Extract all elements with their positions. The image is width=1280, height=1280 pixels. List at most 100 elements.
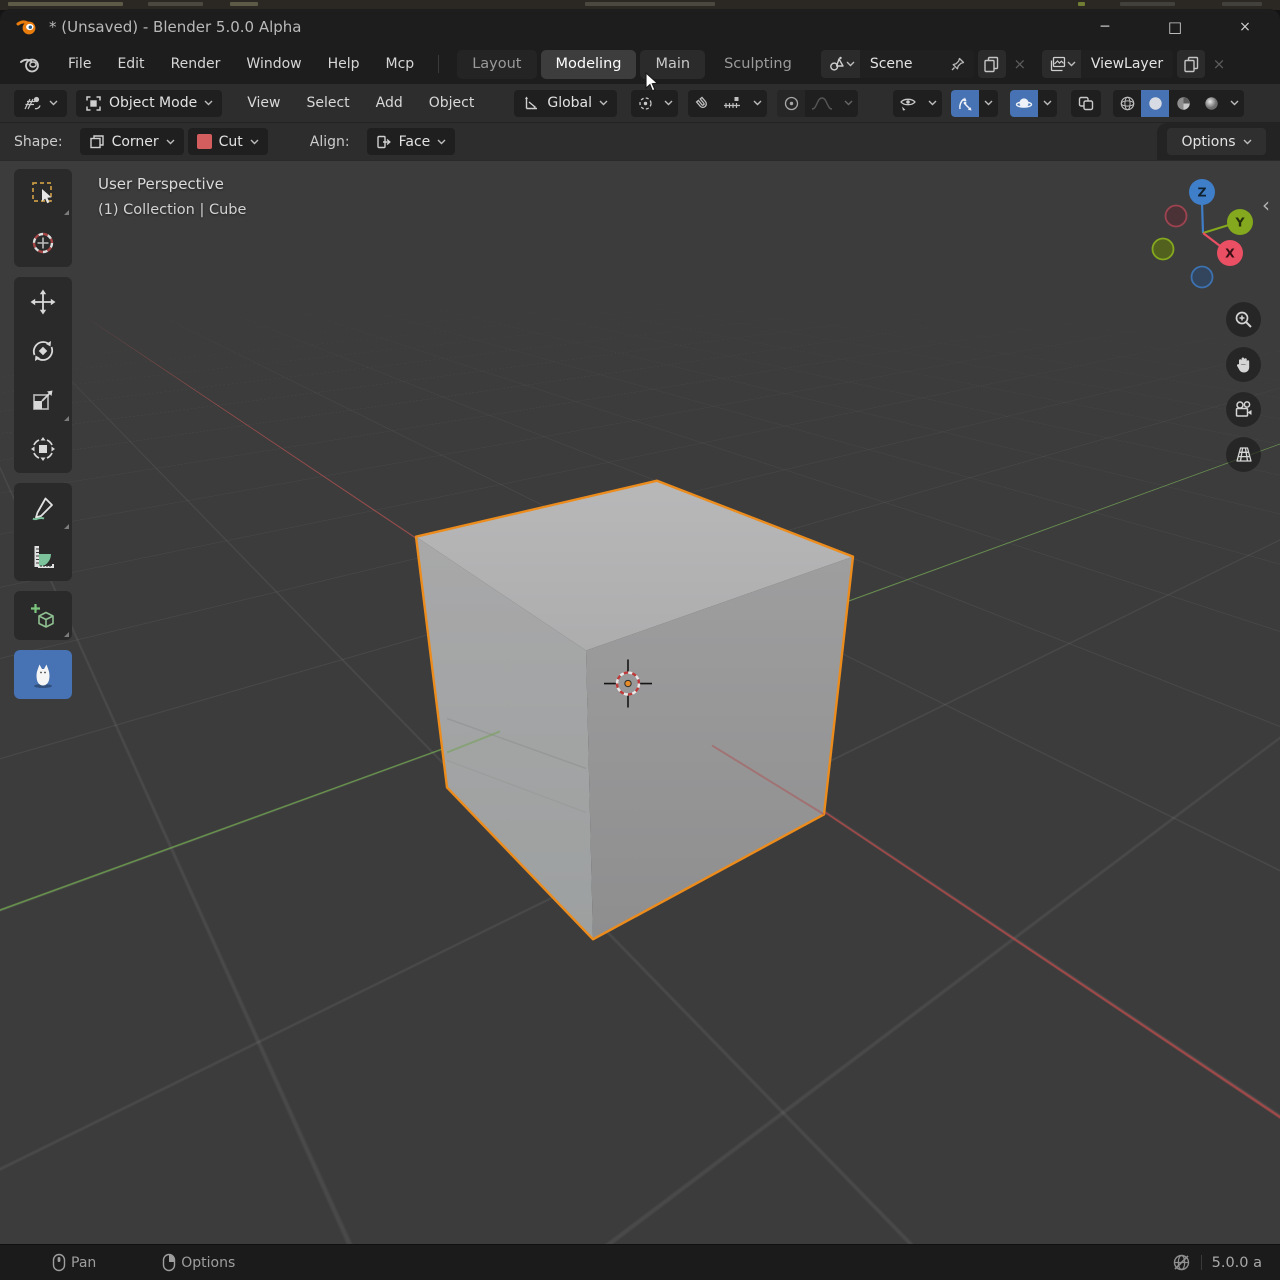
gizmo-options-button[interactable] [979, 90, 998, 117]
transform-icon [29, 435, 57, 463]
mode-label: Object Mode [109, 95, 197, 111]
cube-object[interactable] [416, 481, 853, 940]
new-viewlayer-button[interactable] [1177, 50, 1205, 78]
pin-icon[interactable] [950, 56, 966, 72]
menu-render[interactable]: Render [171, 56, 221, 72]
zoom-button[interactable] [1226, 302, 1261, 337]
viewport-3d[interactable]: User Perspective (1) Collection | Cube ‹ [0, 160, 1280, 1245]
new-scene-button[interactable] [978, 50, 1006, 78]
chevron-down-icon [664, 100, 673, 106]
menu-view[interactable]: View [247, 95, 280, 111]
shape-fill-dropdown[interactable]: Cut [188, 128, 268, 155]
transform-orientation-dropdown[interactable]: Global [514, 90, 617, 117]
menu-select[interactable]: Select [306, 95, 349, 111]
editor-3d-viewport-icon [23, 95, 42, 112]
tool-settings-bar: Shape: Corner Cut Align: Fac [0, 122, 1280, 160]
cat-tool-icon [28, 660, 58, 690]
tool-select-box[interactable] [14, 169, 72, 218]
tool-measure[interactable] [14, 532, 72, 581]
toolbar [14, 169, 72, 709]
menu-file[interactable]: File [68, 56, 91, 72]
mode-dropdown[interactable]: Object Mode [76, 90, 222, 117]
align-label: Align: [310, 134, 350, 150]
menu-window[interactable]: Window [246, 56, 301, 72]
tab-sculpting[interactable]: Sculpting [709, 50, 807, 79]
blender-app-menu-icon[interactable] [18, 54, 42, 74]
snap-toggle[interactable] [688, 90, 716, 117]
navigation-gizmo[interactable]: Z Y X [1120, 171, 1280, 296]
wireframe-icon [1119, 95, 1136, 112]
editor-type-dropdown[interactable] [14, 90, 67, 117]
object-visibility-dropdown[interactable] [893, 90, 942, 117]
chevron-down-icon [928, 100, 937, 106]
align-dropdown[interactable]: Face [367, 128, 456, 155]
options-hint-label: Options [181, 1255, 235, 1271]
orthographic-toggle-button[interactable] [1226, 437, 1261, 472]
pivot-point-icon [637, 95, 654, 112]
proportional-edit-toggle[interactable] [777, 90, 805, 117]
tool-move[interactable] [14, 277, 72, 326]
xray-toggle[interactable] [1071, 90, 1101, 117]
camera-view-button[interactable] [1226, 392, 1261, 427]
menu-edit[interactable]: Edit [117, 56, 144, 72]
shading-solid-button[interactable] [1141, 90, 1169, 117]
statusbar-divider [1201, 1255, 1202, 1270]
viewlayer-browse-button[interactable] [1042, 50, 1081, 78]
pan-label: Pan [71, 1255, 96, 1271]
tool-cursor[interactable] [14, 218, 72, 267]
show-overlays-toggle[interactable] [1010, 90, 1038, 117]
options-dropdown[interactable]: Options [1167, 128, 1266, 155]
maximize-button[interactable]: □ [1140, 9, 1210, 44]
chevron-down-icon [1230, 100, 1239, 106]
scale-icon [29, 386, 57, 414]
tool-scale[interactable] [14, 375, 72, 424]
menu-add[interactable]: Add [376, 95, 403, 111]
close-button[interactable]: × [1210, 9, 1280, 44]
viewlayer-name[interactable]: ViewLayer [1081, 56, 1173, 72]
offline-globe-icon [1172, 1253, 1191, 1272]
chevron-down-icon [1243, 139, 1252, 145]
menu-help[interactable]: Help [328, 56, 360, 72]
shading-options-button[interactable] [1225, 90, 1244, 117]
svg-text:Y: Y [1234, 215, 1245, 230]
tool-custom-cat[interactable] [14, 650, 72, 699]
shape-type-label: Corner [112, 134, 159, 150]
gizmo-axis-y-neg[interactable] [1153, 239, 1174, 260]
window-title: * (Unsaved) - Blender 5.0.0 Alpha [49, 18, 302, 36]
chevron-down-icon [49, 100, 58, 106]
camera-icon [1234, 400, 1254, 419]
status-bar: Pan Options 5.0.0 a [0, 1244, 1280, 1280]
scene-name[interactable]: Scene [860, 56, 950, 72]
minimize-button[interactable]: ─ [1070, 9, 1140, 44]
tool-annotate[interactable] [14, 483, 72, 532]
tool-add-cube[interactable] [14, 591, 72, 640]
tool-transform[interactable] [14, 424, 72, 473]
pan-button[interactable] [1226, 347, 1261, 382]
tab-modeling[interactable]: Modeling [541, 50, 637, 79]
shading-wireframe-button[interactable] [1113, 90, 1141, 117]
snap-target-button[interactable] [716, 90, 748, 117]
show-gizmo-toggle[interactable] [951, 90, 979, 117]
magnet-icon [694, 95, 711, 112]
menu-mcp[interactable]: Mcp [386, 56, 415, 72]
shading-material-button[interactable] [1169, 90, 1197, 117]
tab-layout[interactable]: Layout [457, 50, 536, 79]
gizmo-axis-z-neg[interactable] [1192, 267, 1213, 288]
scene-browse-button[interactable] [821, 50, 860, 78]
chevron-down-icon [250, 139, 259, 145]
gizmo-axis-x-neg[interactable] [1166, 206, 1187, 227]
active-object-breadcrumb: (1) Collection | Cube [98, 202, 246, 218]
gizmo-axis-z[interactable]: Z [1189, 179, 1215, 205]
version-label: 5.0.0 a [1212, 1255, 1262, 1271]
gizmo-axis-y[interactable]: Y [1227, 209, 1253, 235]
shape-type-dropdown[interactable]: Corner [80, 128, 184, 155]
overlays-options-button[interactable] [1038, 90, 1057, 117]
tool-rotate[interactable] [14, 326, 72, 375]
menu-object[interactable]: Object [429, 95, 475, 111]
viewlayer-selector: ViewLayer [1042, 50, 1173, 78]
falloff-curve-icon [811, 96, 833, 111]
chevron-down-icon [437, 139, 446, 145]
zoom-icon [1234, 310, 1253, 329]
shading-rendered-button[interactable] [1197, 90, 1225, 117]
gizmo-axis-x[interactable]: X [1217, 240, 1243, 266]
